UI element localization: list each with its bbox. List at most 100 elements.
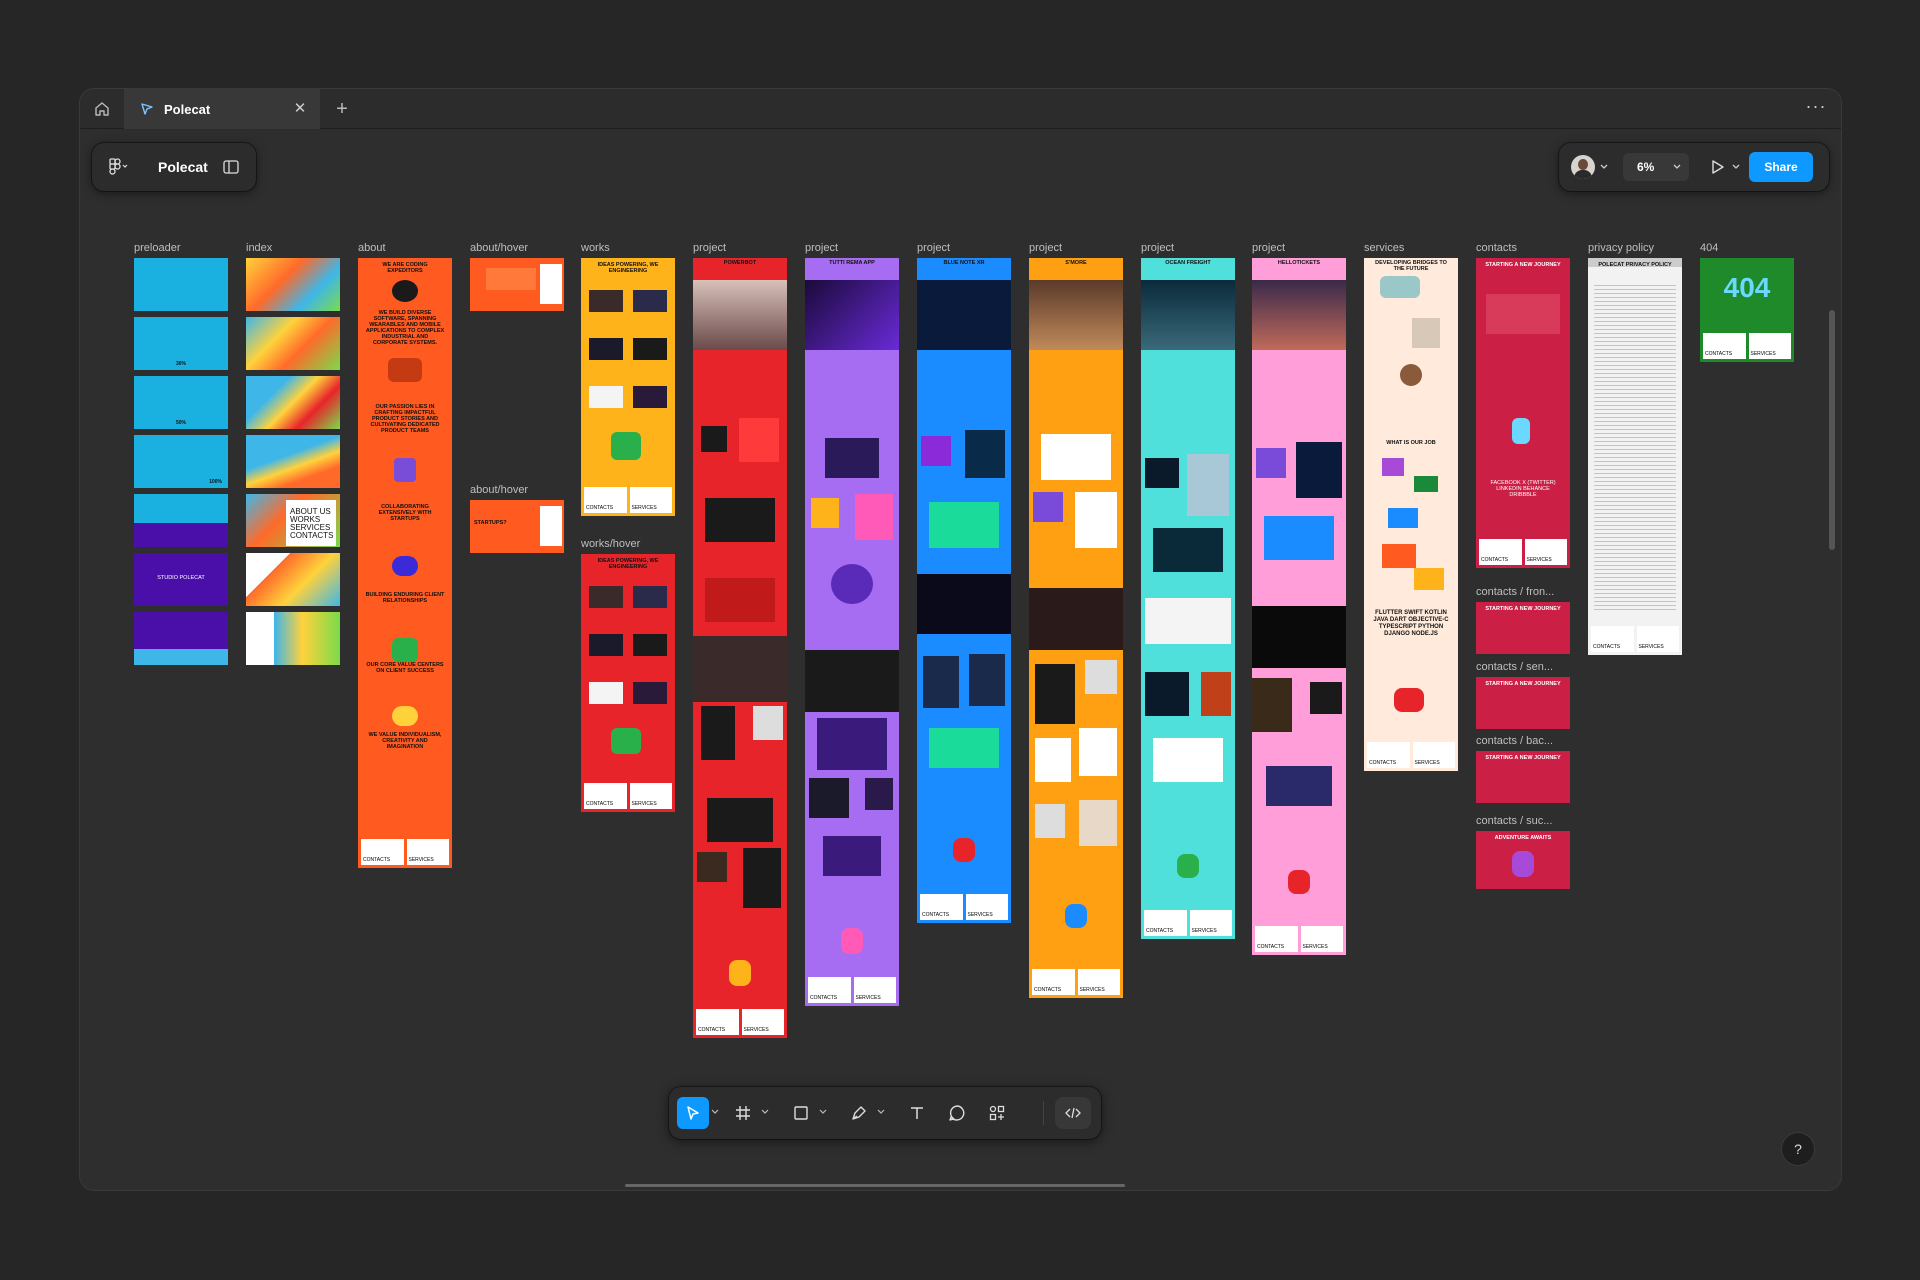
frame-label-contacts-send[interactable]: contacts / sen... (1476, 661, 1553, 673)
zoom-control[interactable]: 6% (1623, 153, 1689, 181)
frame-label-services[interactable]: services (1364, 242, 1404, 254)
frame-label-project-2[interactable]: project (805, 242, 838, 254)
text-tool[interactable] (901, 1097, 933, 1129)
frame-contacts-send[interactable]: STARTING A NEW JOURNEY (1476, 677, 1570, 729)
sidebar-toggle-icon[interactable] (222, 158, 240, 176)
chevron-down-icon[interactable] (761, 1107, 769, 1117)
pen-icon (852, 1106, 866, 1120)
frame-preloader-6[interactable]: STUDIO POLECAT (134, 553, 228, 606)
comment-bubble-icon (949, 1105, 965, 1121)
frame-index-4[interactable] (246, 435, 340, 488)
chevron-down-icon[interactable] (819, 1107, 827, 1117)
vertical-scrollbar[interactable] (1829, 310, 1835, 550)
frame-tool[interactable] (727, 1097, 759, 1129)
close-icon[interactable]: ✕ (292, 101, 308, 117)
frame-label-privacy-policy[interactable]: privacy policy (1588, 242, 1654, 254)
frame-label-project-3[interactable]: project (917, 242, 950, 254)
frame-contacts-success[interactable]: ADVENTURE AWAITS (1476, 831, 1570, 889)
title-bar: Polecat ✕ + ··· (80, 89, 1841, 129)
frame-label-contacts-front[interactable]: contacts / fron... (1476, 586, 1554, 598)
components-icon (989, 1105, 1005, 1121)
frame-project-powerbot[interactable]: POWERBOT CONTACTS SERVICES (693, 258, 787, 1038)
frame-about[interactable]: WE ARE CODING EXPEDITORS WE BUILD DIVERS… (358, 258, 452, 868)
frame-label-project-4[interactable]: project (1029, 242, 1062, 254)
frame-works-hover[interactable]: IDEAS POWERING, WE ENGINEERING CONTACTS S… (581, 554, 675, 812)
frame-project-smore[interactable]: S'MORE CONTACTS SERVICES (1029, 258, 1123, 998)
frame-about-hover-1[interactable] (470, 258, 564, 311)
file-panel: Polecat (92, 143, 256, 191)
frame-contacts-back[interactable]: STARTING A NEW JOURNEY (1476, 751, 1570, 803)
chevron-down-icon[interactable] (1731, 160, 1741, 174)
frame-project-blue-note[interactable]: BLUE NOTE XR CONTACTS SERVICES (917, 258, 1011, 923)
frame-project-ocean-freight[interactable]: OCEAN FREIGHT CONTACTS SERVICES (1141, 258, 1235, 939)
frame-index-1[interactable] (246, 258, 340, 311)
frame-preloader-4[interactable]: 100% (134, 435, 228, 488)
frame-label-about[interactable]: about (358, 242, 386, 254)
chevron-down-icon[interactable] (877, 1107, 885, 1117)
frame-index-7[interactable] (246, 612, 340, 665)
frame-preloader-1[interactable] (134, 258, 228, 311)
move-tool[interactable] (677, 1097, 709, 1129)
frame-about-hover-2[interactable]: STARTUPS? (470, 500, 564, 553)
frame-services[interactable]: DEVELOPING BRIDGES TO THE FUTURE WHAT IS… (1364, 258, 1458, 771)
frame-index-6[interactable] (246, 553, 340, 606)
share-button[interactable]: Share (1749, 152, 1813, 182)
help-button[interactable]: ? (1782, 1133, 1814, 1165)
frame-works[interactable]: IDEAS POWERING, WE ENGINEERING CONTACTS S… (581, 258, 675, 516)
frame-label-about-hover-2[interactable]: about/hover (470, 484, 528, 496)
share-panel: 6% Share (1559, 143, 1829, 191)
frame-privacy-policy[interactable]: POLECAT PRIVACY POLICY CONTACTS SERVICES (1588, 258, 1682, 655)
frame-404[interactable]: 404 CONTACTS SERVICES (1700, 258, 1794, 362)
frame-hash-icon (736, 1106, 750, 1120)
comment-tool[interactable] (941, 1097, 973, 1129)
code-brackets-icon (1065, 1107, 1081, 1119)
frame-preloader-3[interactable]: 50% (134, 376, 228, 429)
frame-index-5[interactable]: ABOUT US WORKS SERVICES CONTACTS (246, 494, 340, 547)
home-icon[interactable] (92, 99, 112, 119)
text-t-icon (911, 1107, 923, 1119)
file-name[interactable]: Polecat (158, 159, 208, 175)
frame-contacts-front[interactable]: STARTING A NEW JOURNEY (1476, 602, 1570, 654)
frame-preloader-7[interactable] (134, 612, 228, 665)
avatar[interactable] (1571, 155, 1595, 179)
frame-label-project-5[interactable]: project (1141, 242, 1174, 254)
more-options-icon[interactable]: ··· (1805, 97, 1827, 119)
frame-label-contacts[interactable]: contacts (1476, 242, 1517, 254)
frame-label-index[interactable]: index (246, 242, 272, 254)
chevron-down-icon[interactable] (1599, 160, 1609, 174)
tools-toolbar (669, 1087, 1101, 1139)
frame-label-works-hover[interactable]: works/hover (581, 538, 640, 550)
tab-polecat[interactable]: Polecat ✕ (124, 89, 320, 129)
present-play-icon[interactable] (1707, 157, 1727, 177)
frame-project-hellotickets[interactable]: HELLOTICKETS CONTACTS SERVICES (1252, 258, 1346, 955)
design-canvas[interactable]: Polecat 6% Share preloader index about a… (80, 130, 1841, 1190)
frame-preloader-5[interactable] (134, 494, 228, 547)
frame-label-preloader[interactable]: preloader (134, 242, 180, 254)
horizontal-scrollbar[interactable] (625, 1184, 1125, 1187)
dev-mode-toggle[interactable] (1055, 1097, 1091, 1129)
frame-index-3[interactable] (246, 376, 340, 429)
frame-label-project-6[interactable]: project (1252, 242, 1285, 254)
frame-label-about-hover[interactable]: about/hover (470, 242, 528, 254)
rectangle-icon (794, 1106, 808, 1120)
zoom-value: 6% (1637, 160, 1655, 174)
frame-label-contacts-back[interactable]: contacts / bac... (1476, 735, 1553, 747)
frame-preloader-2[interactable]: 30% (134, 317, 228, 370)
chevron-down-icon (1673, 164, 1681, 169)
cursor-arrow-icon (687, 1106, 699, 1120)
frame-project-tutti-rema[interactable]: TUTTI REMA APP CONTACTS SERVICES (805, 258, 899, 1006)
frame-contacts[interactable]: STARTING A NEW JOURNEY FACEBOOK X (TWITT… (1476, 258, 1570, 568)
frame-index-2[interactable] (246, 317, 340, 370)
frame-label-works[interactable]: works (581, 242, 610, 254)
tab-label: Polecat (164, 101, 211, 117)
frame-label-contacts-success[interactable]: contacts / suc... (1476, 815, 1552, 827)
main-menu-logo-icon[interactable] (108, 157, 130, 177)
frame-label-project-1[interactable]: project (693, 242, 726, 254)
actions-tool[interactable] (981, 1097, 1013, 1129)
shape-tool[interactable] (785, 1097, 817, 1129)
frame-label-404[interactable]: 404 (1700, 242, 1718, 254)
design-file-icon (141, 103, 153, 115)
chevron-down-icon[interactable] (711, 1107, 719, 1117)
new-tab-plus-icon[interactable]: + (332, 99, 352, 119)
pen-tool[interactable] (843, 1097, 875, 1129)
